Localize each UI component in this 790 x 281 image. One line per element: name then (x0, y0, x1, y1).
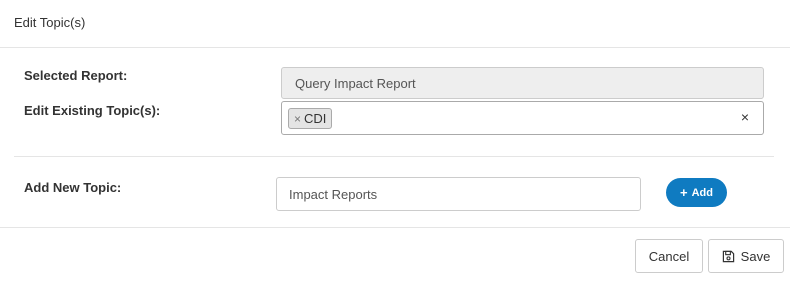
add-topic-button[interactable]: + Add (666, 178, 727, 207)
selected-report-value: Query Impact Report (295, 76, 416, 91)
new-topic-label: Add New Topic: (24, 180, 122, 195)
new-topic-input[interactable] (276, 177, 641, 211)
topic-tag: × CDI (288, 108, 333, 129)
save-button[interactable]: Save (708, 239, 784, 273)
floppy-disk-icon (722, 250, 734, 262)
edit-topics-dialog: Edit Topic(s) Selected Report: Query Imp… (0, 0, 790, 281)
selected-report-label: Selected Report: (24, 68, 128, 83)
selected-report-field: Query Impact Report (281, 67, 764, 99)
existing-topics-input[interactable]: × CDI × (281, 101, 764, 135)
existing-topics-label: Edit Existing Topic(s): (24, 103, 161, 118)
tag-remove-icon[interactable]: × (294, 112, 301, 126)
save-button-label: Save (740, 248, 771, 264)
cancel-button-label: Cancel (648, 248, 690, 264)
dialog-header: Edit Topic(s) (0, 0, 790, 48)
add-topic-button-label: Add (691, 186, 713, 199)
plus-icon: + (680, 185, 688, 200)
topic-tag-text: CDI (304, 111, 327, 126)
cancel-button[interactable]: Cancel (635, 239, 703, 273)
section-divider (14, 156, 774, 157)
clear-topics-icon[interactable]: × (741, 109, 749, 125)
dialog-title: Edit Topic(s) (14, 15, 86, 30)
